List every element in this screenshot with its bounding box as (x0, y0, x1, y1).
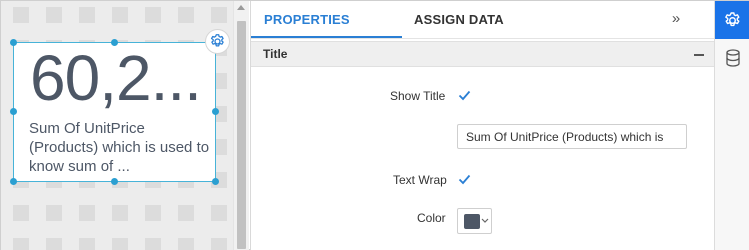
grid-cell (46, 7, 62, 23)
tab-assign-data[interactable]: ASSIGN DATA (414, 1, 504, 39)
grid-cell (13, 205, 29, 221)
check-icon (458, 90, 470, 100)
chevron-down-icon (481, 218, 489, 223)
show-title-label: Show Title (390, 89, 446, 103)
color-picker[interactable] (457, 208, 492, 234)
grid-cell (46, 238, 62, 250)
active-tab-indicator (251, 36, 402, 38)
resize-handle-bottom[interactable] (111, 178, 118, 185)
minus-icon[interactable] (694, 54, 704, 56)
gear-icon (210, 34, 224, 47)
grid-cell (112, 205, 128, 221)
resize-handle-bottom-left[interactable] (10, 178, 17, 185)
grid-cell (46, 205, 62, 221)
grid-cell (13, 7, 29, 23)
title-text-input[interactable] (457, 124, 687, 149)
grid-cell (79, 238, 95, 250)
grid-cell (145, 205, 161, 221)
double-chevron-right-icon: » (671, 10, 681, 27)
grid-cell (112, 238, 128, 250)
show-title-checkbox[interactable] (457, 88, 471, 102)
canvas-scrollbar[interactable] (233, 1, 249, 250)
grid-cell (145, 7, 161, 23)
scroll-up-arrow[interactable] (237, 5, 245, 10)
color-swatch (464, 214, 480, 229)
grid-cell (112, 7, 128, 23)
section-title: Title (263, 47, 288, 61)
section-header-title[interactable]: Title (251, 41, 715, 67)
kpi-value: 60,2... (30, 42, 202, 114)
kpi-caption: Sum Of UnitPrice (Products) which is use… (29, 120, 210, 175)
resize-handle-top[interactable] (111, 39, 118, 46)
kpi-widget[interactable]: 60,2... Sum Of UnitPrice (Products) whic… (13, 42, 216, 182)
dashboard-canvas[interactable]: 60,2... Sum Of UnitPrice (Products) whic… (1, 1, 233, 250)
data-source-rail-button[interactable] (715, 40, 749, 76)
gear-icon (725, 11, 740, 26)
resize-handle-top-left[interactable] (10, 39, 17, 46)
color-label: Color (417, 211, 446, 225)
grid-cell (178, 7, 194, 23)
side-toolbar (714, 1, 749, 250)
text-wrap-label: Text Wrap (393, 173, 447, 187)
grid-cell (211, 7, 227, 23)
properties-panel: PROPERTIES ASSIGN DATA » Title Show Titl… (250, 1, 715, 250)
widget-settings-button[interactable] (205, 29, 230, 54)
check-icon (458, 174, 470, 184)
database-icon (725, 49, 740, 67)
text-wrap-checkbox[interactable] (457, 172, 471, 186)
grid-cell (79, 7, 95, 23)
scrollbar-thumb[interactable] (237, 21, 246, 249)
grid-cell (145, 238, 161, 250)
collapse-panel-button[interactable]: » (666, 10, 686, 30)
properties-rail-button[interactable] (715, 1, 749, 39)
grid-cell (13, 238, 29, 250)
resize-handle-left[interactable] (10, 108, 17, 115)
grid-cell (79, 205, 95, 221)
grid-cell (178, 238, 194, 250)
tab-properties[interactable]: PROPERTIES (264, 1, 350, 39)
resize-handle-right[interactable] (212, 108, 219, 115)
panel-tabs: PROPERTIES ASSIGN DATA » (251, 1, 715, 39)
resize-handle-bottom-right[interactable] (212, 178, 219, 185)
grid-cell (211, 238, 227, 250)
grid-cell (178, 205, 194, 221)
grid-cell (211, 205, 227, 221)
